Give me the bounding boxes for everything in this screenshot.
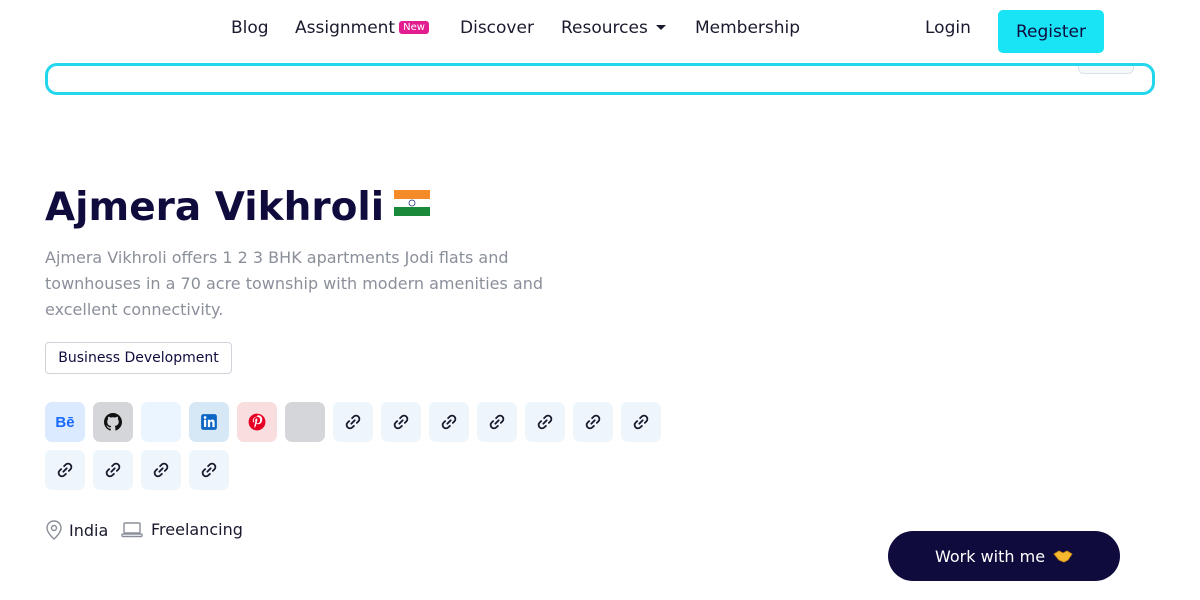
social-link-link[interactable] — [189, 450, 229, 490]
register-button[interactable]: Register — [998, 10, 1104, 53]
link-icon — [152, 461, 170, 479]
page-title: Ajmera Vikhroli — [45, 185, 431, 230]
laptop-icon — [121, 521, 143, 537]
nav-membership[interactable]: Membership — [695, 18, 800, 38]
link-icon — [344, 413, 362, 431]
pinterest-icon — [248, 413, 266, 431]
search-bar — [45, 63, 1155, 95]
linkedin-icon — [200, 413, 218, 431]
social-link-link[interactable] — [381, 402, 421, 442]
chevron-down-icon — [655, 25, 666, 30]
work-type-text: Freelancing — [151, 520, 243, 539]
nav-blog[interactable]: Blog — [231, 18, 269, 38]
work-with-me-label: Work with me — [934, 546, 1046, 566]
social-link-pinterest[interactable] — [237, 402, 277, 442]
work-type: Freelancing — [121, 520, 243, 539]
github-icon — [104, 413, 122, 431]
nav-resources[interactable]: Resources — [561, 18, 666, 38]
profile-name: Ajmera Vikhroli — [45, 185, 385, 230]
social-link-blank[interactable] — [285, 402, 325, 442]
social-link-link[interactable] — [525, 402, 565, 442]
link-icon — [488, 413, 506, 431]
link-icon — [392, 413, 410, 431]
social-link-linkedin[interactable] — [189, 402, 229, 442]
top-navigation: Blog Assignment New Discover Resources Me… — [0, 0, 1200, 60]
location: India — [45, 520, 108, 540]
social-link-blank[interactable] — [141, 402, 181, 442]
link-icon — [536, 413, 554, 431]
social-link-link[interactable] — [333, 402, 373, 442]
link-icon — [200, 461, 218, 479]
social-link-link[interactable] — [429, 402, 469, 442]
search-button[interactable] — [1078, 66, 1134, 74]
social-link-behance[interactable]: Bē — [45, 402, 85, 442]
link-icon — [104, 461, 122, 479]
handshake-icon — [1053, 550, 1073, 563]
link-icon — [584, 413, 602, 431]
profile-description: Ajmera Vikhroli offers 1 2 3 BHK apartme… — [45, 248, 544, 319]
social-link-github[interactable] — [93, 402, 133, 442]
nav-assignment[interactable]: Assignment New — [295, 18, 429, 38]
link-icon — [56, 461, 74, 479]
work-with-me-button[interactable]: Work with me — [888, 531, 1120, 581]
location-text: India — [69, 520, 109, 540]
login-link[interactable]: Login — [925, 18, 971, 38]
social-link-link[interactable] — [477, 402, 517, 442]
link-icon — [440, 413, 458, 431]
location-pin-icon — [46, 520, 62, 540]
social-link-link[interactable] — [621, 402, 661, 442]
social-link-link[interactable] — [45, 450, 85, 490]
behance-icon: Bē — [55, 413, 75, 431]
nav-discover[interactable]: Discover — [460, 18, 534, 38]
nav-resources-label: Resources — [561, 18, 648, 38]
social-link-link[interactable] — [93, 450, 133, 490]
skill-tag[interactable]: Business Development — [45, 342, 232, 374]
india-flag-icon — [394, 190, 431, 216]
nav-assignment-label: Assignment — [295, 18, 396, 38]
social-link-link[interactable] — [141, 450, 181, 490]
search-input[interactable] — [48, 66, 1152, 92]
social-link-link[interactable] — [573, 402, 613, 442]
link-icon — [632, 413, 650, 431]
new-badge: New — [399, 21, 429, 34]
